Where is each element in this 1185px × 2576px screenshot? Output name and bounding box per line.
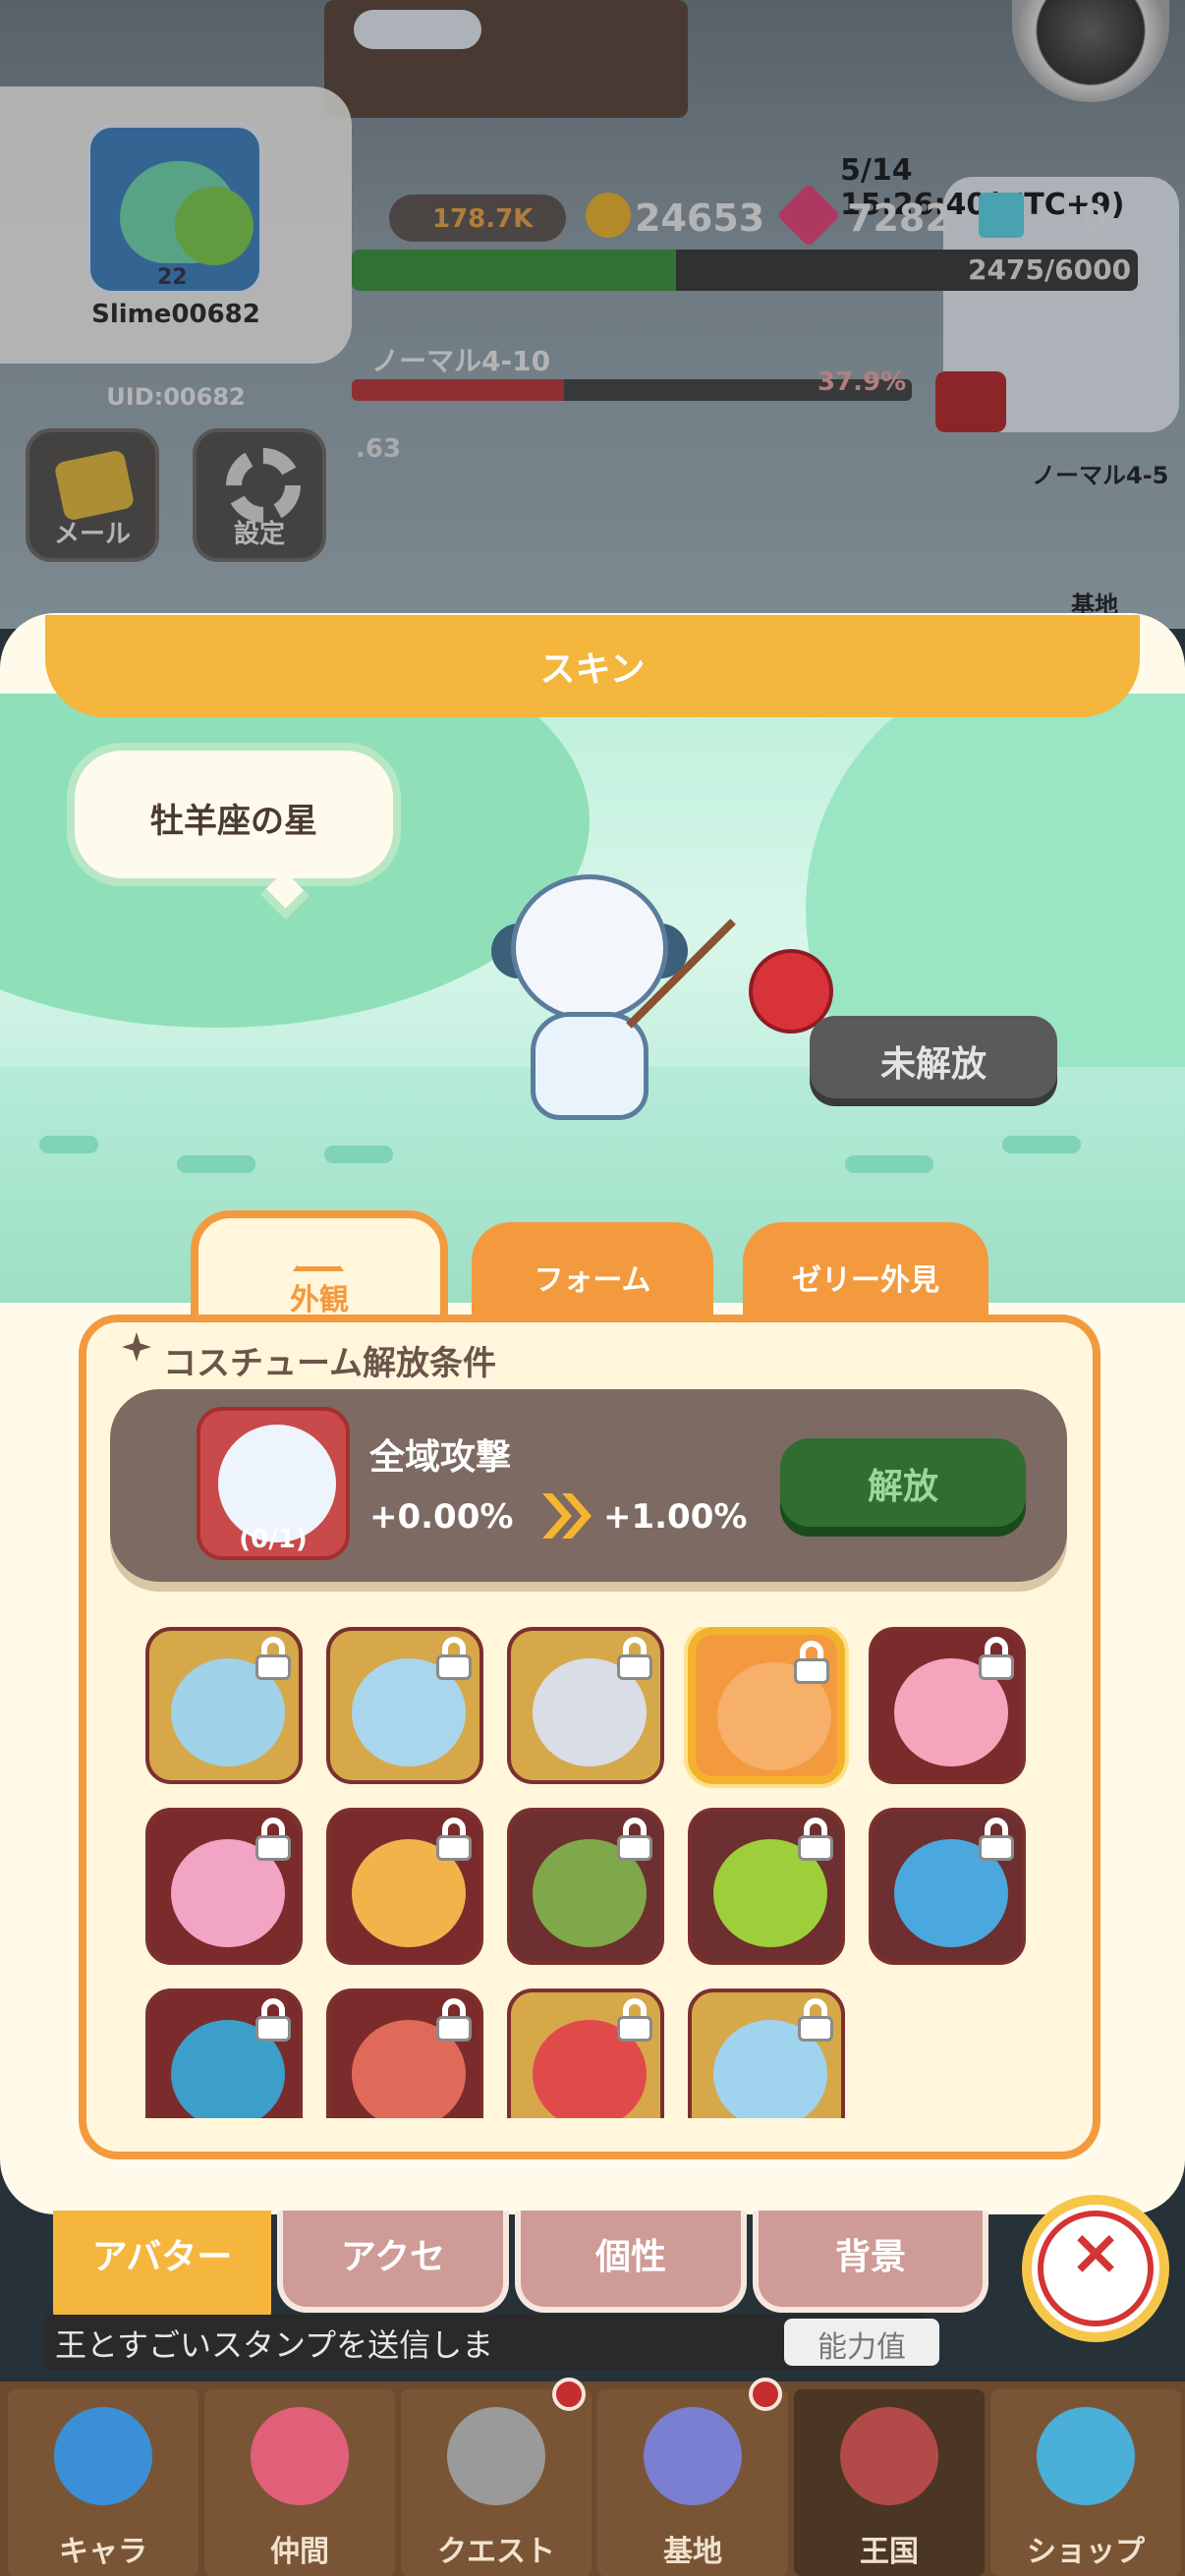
lock-icon bbox=[615, 1818, 654, 1861]
skin-grid bbox=[145, 1627, 1040, 2118]
close-icon: × bbox=[1069, 2216, 1122, 2289]
skin-tile[interactable] bbox=[145, 1627, 303, 1784]
skin-name: 牡羊座の星 bbox=[150, 802, 317, 841]
lock-icon bbox=[615, 1637, 654, 1680]
skin-tile[interactable] bbox=[507, 1988, 664, 2118]
lock-icon bbox=[254, 1818, 293, 1861]
lock-icon bbox=[977, 1637, 1016, 1680]
lock-icon bbox=[254, 1637, 293, 1680]
category-avatar-label: アバター bbox=[91, 2237, 233, 2277]
ability-button-label: 能力值 bbox=[818, 2330, 906, 2365]
ground-dot bbox=[39, 1136, 98, 1153]
ground-dot bbox=[177, 1155, 255, 1173]
nav-item[interactable]: 王国 bbox=[794, 2389, 985, 2576]
tab-appearance-label: 外観 bbox=[290, 1283, 349, 1317]
unlock-button-label: 解放 bbox=[867, 1467, 938, 1507]
lock-icon bbox=[434, 1998, 474, 2042]
nav-icon bbox=[251, 2407, 349, 2505]
nav-item[interactable]: 仲間 bbox=[204, 2389, 395, 2576]
nav-label: ショップ bbox=[1027, 2535, 1145, 2569]
lock-icon bbox=[254, 1998, 293, 2042]
locked-status-label: 未解放 bbox=[879, 1044, 987, 1085]
stat-to-value: +1.00% bbox=[603, 1497, 748, 1537]
tab-form-label: フォーム bbox=[534, 1263, 651, 1298]
nav-item[interactable]: 基地 bbox=[597, 2389, 788, 2576]
lock-icon bbox=[615, 1998, 654, 2042]
costume-count: (0/1) bbox=[239, 1525, 308, 1554]
nav-label: 基地 bbox=[663, 2535, 722, 2569]
app-root: 22 Slime00682 UID:00682 メール 設定 5/14 15:2… bbox=[0, 0, 1185, 2576]
nav-icon bbox=[1037, 2407, 1135, 2505]
chat-message: 王とすごいスタンプを送信しま bbox=[55, 2326, 494, 2364]
stat-from-value: +0.00% bbox=[369, 1497, 514, 1537]
lock-icon bbox=[977, 1818, 1016, 1861]
lock-icon bbox=[796, 1998, 835, 2042]
skin-tile[interactable] bbox=[869, 1627, 1026, 1784]
stat-name: 全域攻撃 bbox=[369, 1437, 512, 1478]
lock-icon bbox=[796, 1818, 835, 1861]
skin-tile[interactable] bbox=[145, 1808, 303, 1965]
nav-label: 王国 bbox=[860, 2535, 919, 2569]
category-background-label: 背景 bbox=[834, 2237, 906, 2277]
lock-icon bbox=[792, 1641, 831, 1684]
category-personality-label: 個性 bbox=[594, 2237, 666, 2277]
skin-tile[interactable] bbox=[326, 1627, 483, 1784]
notification-badge bbox=[749, 2378, 782, 2411]
skin-tile[interactable] bbox=[507, 1627, 664, 1784]
skin-tile[interactable] bbox=[869, 1808, 1026, 1965]
lock-icon bbox=[434, 1818, 474, 1861]
nav-icon bbox=[840, 2407, 938, 2505]
ground-dot bbox=[1002, 1136, 1081, 1153]
nav-icon bbox=[447, 2407, 545, 2505]
skin-tile[interactable] bbox=[507, 1808, 664, 1965]
nav-label: クエスト bbox=[437, 2535, 555, 2569]
double-chevron-right-icon bbox=[542, 1493, 592, 1539]
nav-icon bbox=[54, 2407, 152, 2505]
condition-title: コスチューム解放条件 bbox=[163, 1344, 496, 1383]
nav-label: キャラ bbox=[59, 2535, 147, 2569]
skin-tile[interactable] bbox=[688, 1988, 845, 2118]
modal-title: スキン bbox=[539, 649, 646, 690]
skin-tile[interactable] bbox=[688, 1627, 845, 1784]
nav-item[interactable]: キャラ bbox=[8, 2389, 198, 2576]
ground-dot bbox=[845, 1155, 933, 1173]
notification-badge bbox=[552, 2378, 586, 2411]
tab-jelly-label: ゼリー外見 bbox=[792, 1263, 939, 1298]
ground-dot bbox=[324, 1146, 393, 1163]
skin-tile[interactable] bbox=[145, 1988, 303, 2118]
nav-icon bbox=[644, 2407, 742, 2505]
nav-label: 仲間 bbox=[270, 2535, 329, 2569]
nav-item[interactable]: ショップ bbox=[990, 2389, 1181, 2576]
skin-tile[interactable] bbox=[688, 1808, 845, 1965]
nav-item[interactable]: クエスト bbox=[401, 2389, 592, 2576]
skin-tile[interactable] bbox=[326, 1988, 483, 2118]
skin-tile[interactable] bbox=[326, 1808, 483, 1965]
character-head bbox=[511, 874, 668, 1022]
category-accessory-label: アクセ bbox=[340, 2237, 446, 2277]
lock-icon bbox=[434, 1637, 474, 1680]
